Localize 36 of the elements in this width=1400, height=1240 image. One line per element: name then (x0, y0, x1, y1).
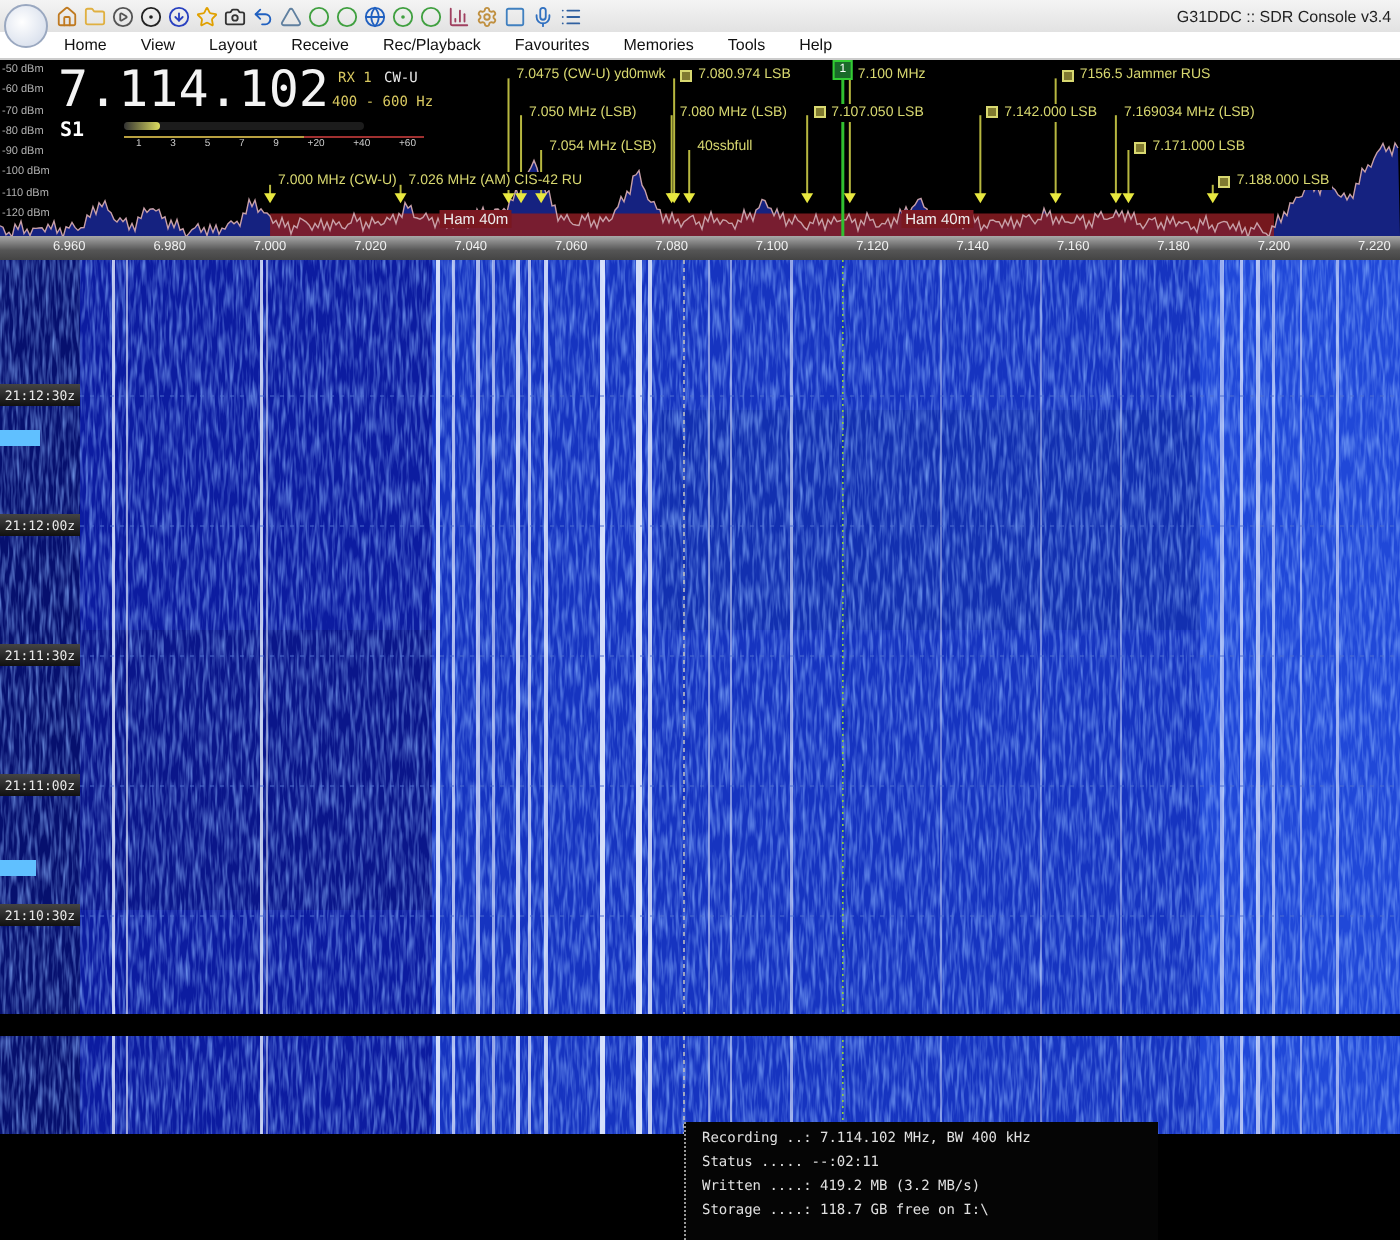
circle-icon[interactable] (308, 5, 330, 27)
marker-arrow (974, 114, 987, 204)
window-title: G31DDC :: SDR Console v3.4 (1174, 7, 1394, 25)
marker-arrow (394, 183, 407, 204)
camera-icon[interactable] (224, 5, 246, 27)
menu-item[interactable]: Home (64, 36, 107, 54)
marker-arrow (1206, 183, 1219, 204)
menu-item[interactable]: Rec/Playback (382, 36, 481, 54)
window-icon[interactable] (504, 5, 526, 27)
triangle-icon[interactable] (280, 5, 302, 27)
microphone-icon[interactable] (532, 5, 554, 27)
marker-arrow (264, 183, 277, 204)
circle-icon[interactable] (336, 5, 358, 27)
circle-icon[interactable] (392, 5, 414, 27)
menu-item[interactable]: Help (799, 36, 833, 54)
menu-item[interactable]: Favourites (514, 36, 590, 54)
record-icon[interactable] (140, 5, 162, 27)
play-icon[interactable] (112, 5, 134, 27)
marker-arrow (801, 114, 814, 204)
menu-item[interactable]: Tools (727, 36, 766, 54)
tuning-cursor-line[interactable] (841, 76, 845, 236)
frequency-readout[interactable]: 7.114.102 (58, 60, 329, 118)
settings-icon[interactable] (476, 5, 498, 27)
star-icon[interactable] (196, 5, 218, 27)
bars-icon[interactable] (448, 5, 470, 27)
menu-item[interactable]: View (140, 36, 176, 54)
circle-icon[interactable] (420, 5, 442, 27)
globe-icon[interactable] (364, 5, 386, 27)
menu-item[interactable]: Layout (209, 36, 258, 54)
s-meter-reading: S1 (60, 120, 85, 142)
download-icon[interactable] (168, 5, 190, 27)
menu-item[interactable]: Memories (623, 36, 694, 54)
undo-icon[interactable] (252, 5, 274, 27)
menu-item[interactable]: Receive (291, 36, 349, 54)
list-icon[interactable] (560, 5, 582, 27)
home-icon[interactable] (56, 5, 78, 27)
